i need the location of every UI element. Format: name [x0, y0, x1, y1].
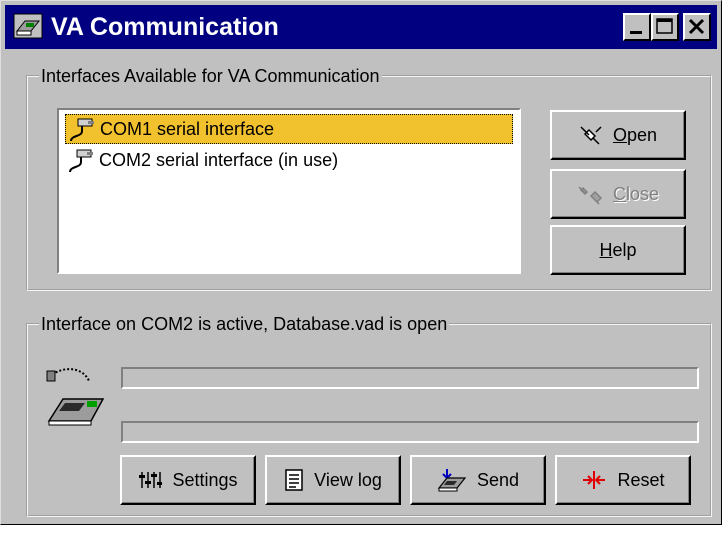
list-item[interactable]: COM1 serial interface — [65, 114, 513, 144]
view-log-button[interactable]: View log — [265, 455, 401, 505]
notepad-icon — [285, 469, 303, 491]
window-title: VA Communication — [51, 13, 279, 41]
reset-arrows-icon — [583, 471, 606, 489]
title-bar[interactable]: VA Communication — [5, 5, 717, 49]
plug-disconnect-icon — [578, 186, 603, 205]
help-button[interactable]: Help — [550, 225, 686, 275]
progress-bar-bottom — [121, 421, 699, 443]
progress-bar-top — [121, 367, 699, 389]
help-mnemonic: H — [599, 239, 613, 260]
open-label: pen — [626, 124, 658, 145]
reset-button[interactable]: Reset — [555, 455, 691, 505]
view-log-label: View log — [314, 469, 382, 490]
app-icon — [13, 13, 43, 39]
va-communication-window: VA Communication Interfaces Available fo… — [0, 0, 722, 525]
list-item[interactable]: COM2 serial interface (in use) — [65, 146, 513, 176]
send-label: Send — [476, 469, 520, 490]
minimize-button[interactable] — [623, 13, 651, 41]
list-item-label: COM1 serial interface — [100, 119, 275, 139]
settings-button[interactable]: Settings — [120, 455, 256, 505]
send-button[interactable]: Send — [410, 455, 546, 505]
list-item-label: COM2 serial interface (in use) — [99, 150, 339, 170]
minimize-icon — [630, 31, 642, 34]
open-button[interactable]: Open — [550, 110, 686, 160]
interfaces-listbox[interactable]: COM1 serial interface COM2 serial interf… — [57, 108, 521, 274]
help-label: elp — [612, 239, 637, 260]
plug-connect-icon — [580, 126, 602, 145]
serial-cable-icon — [69, 149, 93, 173]
open-mnemonic: O — [612, 124, 627, 145]
interfaces-group-legend: Interfaces Available for VA Communicatio… — [39, 65, 382, 87]
close-label: lose — [625, 183, 660, 204]
status-group-legend: Interface on COM2 is active, Database.va… — [39, 313, 450, 335]
close-mnemonic: C — [612, 183, 626, 204]
maximize-button[interactable] — [651, 13, 679, 41]
sliders-icon — [139, 472, 163, 488]
serial-cable-icon — [70, 118, 94, 142]
close-icon — [688, 18, 705, 35]
close-connection-button[interactable]: Close — [550, 169, 686, 219]
handheld-device-icon — [46, 368, 105, 426]
send-icon — [437, 469, 467, 492]
reset-label: Reset — [617, 469, 665, 490]
maximize-icon — [656, 18, 673, 34]
close-button[interactable] — [683, 13, 711, 41]
settings-label: Settings — [172, 469, 238, 490]
